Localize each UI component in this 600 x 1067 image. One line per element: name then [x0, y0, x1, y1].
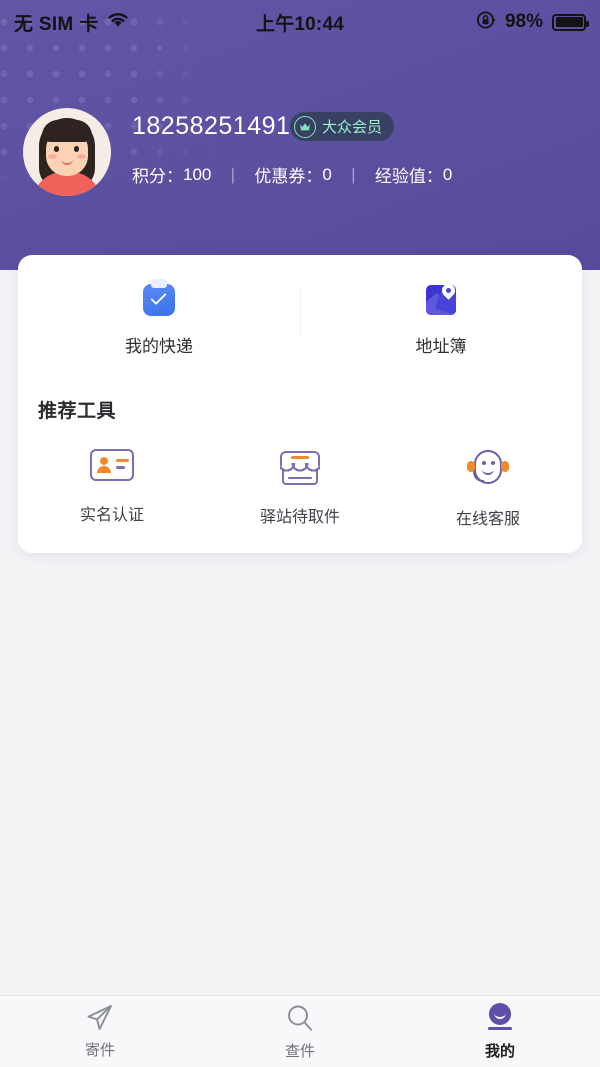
- tab-track-label: 查件: [284, 1042, 315, 1060]
- tab-mine[interactable]: 我的: [400, 996, 600, 1067]
- quick-actions-row: 我的快递 地址簿: [18, 255, 582, 380]
- rotation-lock-icon: [476, 10, 496, 35]
- paper-plane-icon: [85, 1004, 115, 1032]
- clipboard-check-icon: [139, 278, 179, 318]
- status-bar: 无 SIM 卡 上午10:44 98%: [0, 0, 600, 44]
- tool-real-name-verification[interactable]: 实名认证: [18, 449, 206, 529]
- search-icon: [285, 1003, 315, 1033]
- profile-block: 18258251491 大众会员 积分： 100 丨 优惠券： 0 丨 经验值：…: [0, 100, 600, 210]
- bottom-tab-bar: 寄件 查件 我的: [0, 995, 600, 1067]
- quick-action-my-express[interactable]: 我的快递: [18, 255, 300, 380]
- app-screen: 无 SIM 卡 上午10:44 98% 18258251491 大众会员 积分：…: [0, 0, 600, 1067]
- avatar-eye-right: [74, 146, 79, 152]
- tab-track[interactable]: 查件: [200, 996, 400, 1067]
- stats-row: 积分： 100 丨 优惠券： 0 丨 经验值： 0: [132, 162, 452, 187]
- quick-action-address-book-label: 地址簿: [415, 337, 467, 356]
- stat-separator-1: 丨: [224, 167, 242, 186]
- main-card: 我的快递 地址簿 推荐工具 实名认证 驿站待取件 在线客服: [18, 255, 582, 553]
- stat-separator-2: 丨: [344, 167, 362, 186]
- tab-send[interactable]: 寄件: [0, 996, 200, 1067]
- tools-section-title: 推荐工具: [38, 401, 117, 422]
- tab-send-label: 寄件: [84, 1041, 115, 1059]
- crown-icon: [294, 115, 316, 138]
- avatar-fringe: [42, 120, 92, 142]
- quick-action-my-express-label: 我的快递: [125, 337, 193, 356]
- avatar-cheek-right: [77, 154, 86, 159]
- tool-online-support[interactable]: 在线客服: [394, 449, 582, 529]
- user-avatar[interactable]: [23, 108, 111, 196]
- customer-service-icon: [467, 449, 509, 489]
- quick-action-address-book[interactable]: 地址簿: [300, 255, 582, 380]
- tab-mine-label: 我的: [484, 1042, 515, 1060]
- avatar-cheek-left: [48, 154, 57, 159]
- vip-badge[interactable]: 大众会员: [290, 112, 395, 141]
- stat-coupons-value: 0: [322, 164, 332, 184]
- stat-points-value: 100: [183, 164, 212, 184]
- avatar-eye-left: [54, 146, 59, 152]
- stat-coupons-label: 优惠券：: [254, 167, 323, 186]
- battery-percent-label: 98%: [504, 11, 543, 32]
- username-label[interactable]: 18258251491: [132, 112, 290, 141]
- stat-exp-value: 0: [442, 164, 453, 184]
- tools-row: 实名认证 驿站待取件 在线客服: [18, 423, 582, 529]
- vip-label: 大众会员: [322, 119, 383, 136]
- tool-online-support-label: 在线客服: [455, 511, 520, 528]
- stat-points-label: 积分：: [132, 167, 183, 186]
- map-pin-icon: [421, 278, 461, 318]
- person-icon: [485, 1002, 515, 1033]
- storefront-icon: [279, 449, 321, 487]
- battery-full-icon: [552, 13, 589, 31]
- tool-station-pickup-label: 驿站待取件: [259, 509, 340, 526]
- quick-actions-divider: [300, 288, 301, 336]
- status-bar-right: 98%: [476, 10, 600, 35]
- tool-real-name-verification-label: 实名认证: [79, 507, 144, 524]
- id-card-icon: [90, 449, 134, 485]
- tool-station-pickup[interactable]: 驿站待取件: [206, 449, 394, 529]
- stat-exp-label: 经验值：: [374, 167, 443, 186]
